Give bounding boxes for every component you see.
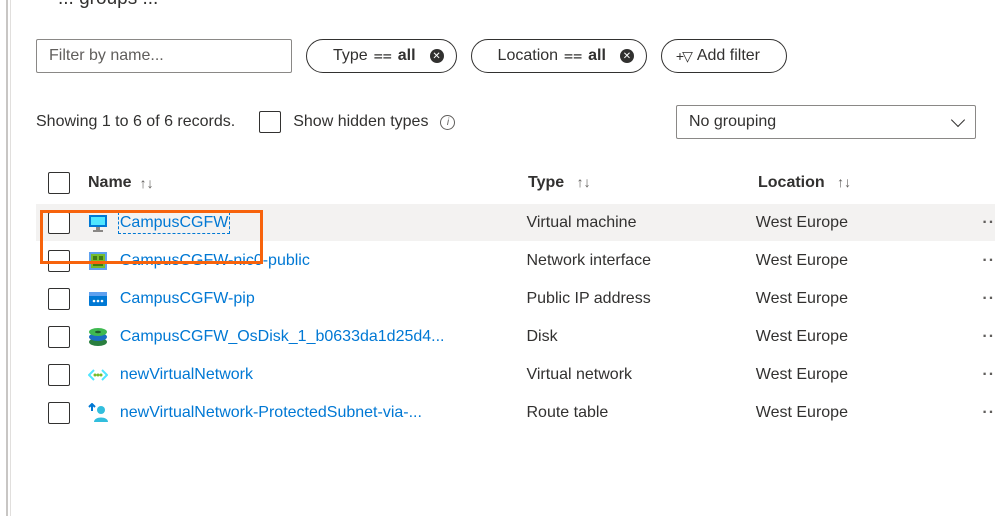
resource-location: West Europe [755,403,848,421]
show-hidden-types-label: Show hidden types [293,113,429,130]
table-header: Name ↑↓ Type ↑↓ Location ↑↓ [36,162,995,204]
row-checkbox[interactable] [48,401,70,424]
remove-location-filter-icon[interactable]: ✕ [619,49,634,63]
top-cutoff-text: ... groups ... [58,0,158,10]
add-filter-icon: +▽ [675,47,693,64]
more-actions-button[interactable]: ·· [955,328,995,346]
resource-link[interactable]: CampusCGFW-pip [120,290,255,308]
resource-type: Network interface [526,251,651,269]
resource-link[interactable]: newVirtualNetwork-ProtectedSubnet-via-..… [120,404,422,422]
resource-link[interactable]: CampusCGFW-nic0-public [120,252,310,270]
disk-icon [88,327,107,346]
location-filter-pill[interactable]: Location == all ✕ [470,39,647,73]
filter-by-name-input[interactable] [36,39,292,73]
filter-toolbar: Type == all ✕ Location == all ✕ +▽ Add f… [36,38,787,74]
row-checkbox[interactable] [48,325,70,348]
type-filter-op: == [373,47,392,65]
more-actions-button[interactable]: ·· [955,290,995,308]
vnet-icon [87,368,108,381]
resource-type: Virtual machine [526,213,637,231]
type-filter-pill[interactable]: Type == all ✕ [306,39,457,73]
info-icon[interactable]: i [440,114,456,130]
records-bar: Showing 1 to 6 of 6 records. Show hidden… [36,104,976,140]
column-header-type[interactable]: Type ↑↓ [528,174,758,192]
sort-icon[interactable]: ↑↓ [140,175,154,191]
vm-icon [88,214,107,232]
add-filter-button[interactable]: +▽ Add filter [660,39,787,73]
table-row[interactable]: CampusCGFW Virtual machine West Europe ·… [36,204,995,242]
resource-location: West Europe [755,327,848,345]
left-border-inner [10,0,11,516]
top-cutoff-strip: ... groups ... [0,0,995,20]
route-table-icon [88,402,108,422]
more-actions-button[interactable]: ·· [955,252,995,270]
column-header-location[interactable]: Location ↑↓ [758,174,958,192]
table-row[interactable]: newVirtualNetwork Virtual network West E… [36,356,995,394]
grouping-dropdown[interactable]: No grouping [676,105,976,139]
resources-table: Name ↑↓ Type ↑↓ Location ↑↓ CampusCGFW V… [36,162,995,432]
type-filter-field: Type [333,47,368,64]
column-type-label: Type [528,174,565,191]
resource-link[interactable]: CampusCGFW_OsDisk_1_b0633da1d25d4... [120,328,445,346]
row-checkbox[interactable] [48,363,70,386]
resource-link[interactable]: CampusCGFW [117,211,231,234]
pip-icon [88,291,107,306]
select-all-checkbox[interactable] [48,172,70,194]
show-hidden-types-checkbox[interactable] [259,111,282,133]
row-checkbox[interactable] [48,287,70,310]
resource-type: Virtual network [526,365,633,383]
show-hidden-types[interactable]: Show hidden types i [259,111,456,133]
chevron-down-icon [950,112,966,127]
table-row[interactable]: CampusCGFW_OsDisk_1_b0633da1d25d4... Dis… [36,318,995,356]
resource-location: West Europe [755,365,848,383]
table-row[interactable]: CampusCGFW-nic0-public Network interface… [36,242,995,280]
resource-location: West Europe [755,289,848,307]
resource-location: West Europe [755,251,848,269]
sort-icon[interactable]: ↑↓ [837,174,851,190]
more-actions-button[interactable]: ·· [955,214,995,232]
type-filter-value: all [397,47,416,64]
location-filter-op: == [564,47,583,65]
table-row[interactable]: CampusCGFW-pip Public IP address West Eu… [36,280,995,318]
location-filter-field: Location [497,47,559,64]
more-actions-button[interactable]: ·· [955,366,995,384]
remove-type-filter-icon[interactable]: ✕ [429,49,444,63]
nic-icon [88,251,107,270]
sort-icon[interactable]: ↑↓ [577,174,591,190]
location-filter-value: all [588,47,606,64]
row-checkbox[interactable] [48,211,70,234]
column-header-name[interactable]: Name ↑↓ [88,174,528,192]
resource-location: West Europe [755,213,848,231]
table-row[interactable]: newVirtualNetwork-ProtectedSubnet-via-..… [36,394,995,432]
row-checkbox[interactable] [48,249,70,272]
more-actions-button[interactable]: ·· [955,404,995,422]
resource-type: Route table [526,403,609,421]
resource-type: Public IP address [526,289,651,307]
column-name-label: Name [88,174,132,191]
resource-link[interactable]: newVirtualNetwork [120,366,253,384]
left-border [6,0,8,516]
resource-type: Disk [526,327,558,345]
records-count-text: Showing 1 to 6 of 6 records. [36,113,236,130]
add-filter-label: Add filter [696,47,760,64]
column-location-label: Location [758,174,825,191]
grouping-value: No grouping [689,113,777,130]
